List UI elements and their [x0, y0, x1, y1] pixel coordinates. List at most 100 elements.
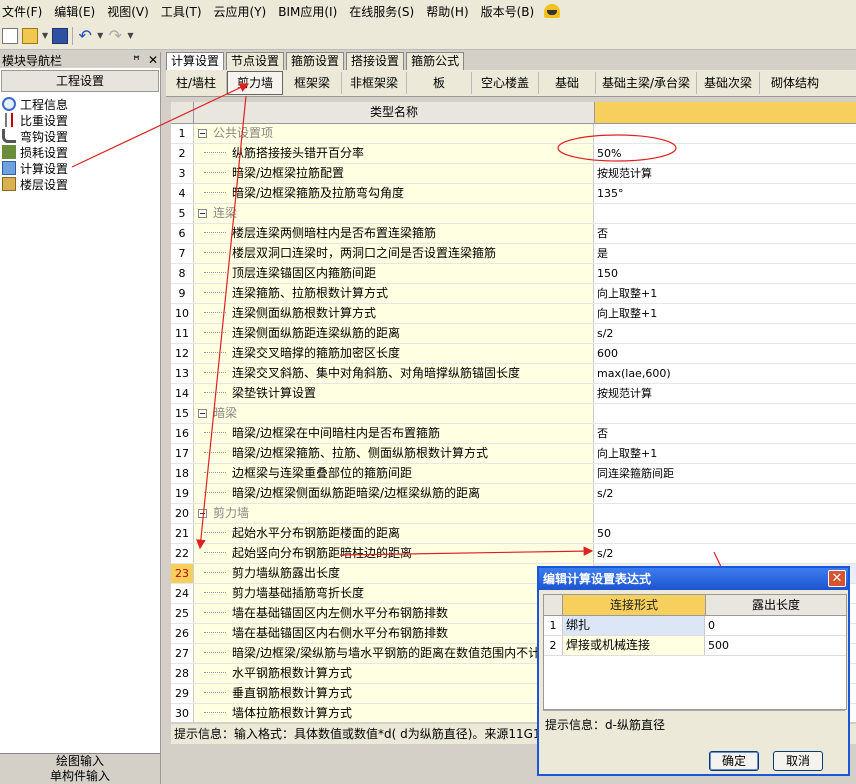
tab-hollow-floor[interactable]: 空心楼盖 [472, 72, 539, 94]
nav-item-weight[interactable]: 比重设置 [0, 112, 160, 128]
menu-view[interactable]: 视图(V) [101, 3, 155, 20]
table-row[interactable]: 22 起始竖向分布钢筋距暗柱边的距离 s/2 [171, 544, 856, 564]
open-folder-icon[interactable] [22, 27, 38, 44]
table-row[interactable]: 13 连梁交叉斜筋、集中对角斜筋、对角暗撑纵筋锚固长度 max(lae,600) [171, 364, 856, 384]
tab-calc-settings[interactable]: 计算设置 [166, 52, 225, 71]
setting-value-cell[interactable]: s/2 [594, 544, 856, 563]
setting-value-cell[interactable]: 150 [594, 264, 856, 283]
connection-type-cell[interactable]: 焊接或机械连接 [563, 636, 705, 655]
setting-value-cell[interactable] [594, 404, 856, 423]
table-row[interactable]: 1 公共设置项 [171, 124, 856, 144]
setting-value-cell[interactable]: 135° [594, 184, 856, 203]
nav-item-loss[interactable]: 损耗设置 [0, 144, 160, 160]
tab-lap-settings[interactable]: 搭接设置 [346, 52, 405, 70]
menu-tools[interactable]: 工具(T) [155, 3, 208, 20]
setting-value-cell[interactable]: 按规范计算 [594, 384, 856, 403]
tab-column[interactable]: 柱/墙柱 [166, 72, 227, 94]
ok-button[interactable]: 确定 [709, 751, 759, 771]
setting-value-cell[interactable]: 同连梁箍筋间距 [594, 464, 856, 483]
nav-item-calc-settings[interactable]: 计算设置 [0, 160, 160, 176]
menu-cloud[interactable]: 云应用(Y) [208, 3, 273, 20]
table-row[interactable]: 19 暗梁/边框梁侧面纵筋距暗梁/边框梁纵筋的距离 s/2 [171, 484, 856, 504]
setting-value-cell[interactable]: 向上取整+1 [594, 284, 856, 303]
table-row[interactable]: 20 剪力墙 [171, 504, 856, 524]
menu-edit[interactable]: 编辑(E) [48, 3, 101, 20]
table-row[interactable]: 3 暗梁/边框梁拉筋配置 按规范计算 [171, 164, 856, 184]
table-row[interactable]: 6 楼层连梁两侧暗柱内是否布置连梁箍筋 否 [171, 224, 856, 244]
nav-item-floor[interactable]: 楼层设置 [0, 176, 160, 192]
setting-value-cell[interactable]: max(lae,600) [594, 364, 856, 383]
group-row-label[interactable]: 连梁 [194, 204, 594, 223]
table-row[interactable]: 10 连梁侧面纵筋根数计算方式 向上取整+1 [171, 304, 856, 324]
tab-stirrup-settings[interactable]: 箍筋设置 [286, 52, 345, 70]
length-cell[interactable]: 500 [705, 636, 846, 655]
nav-item-project-info[interactable]: 工程信息 [0, 96, 160, 112]
connection-type-cell[interactable]: 绑扎 [563, 616, 705, 635]
table-row[interactable]: 17 暗梁/边框梁箍筋、拉筋、侧面纵筋根数计算方式 向上取整+1 [171, 444, 856, 464]
setting-value-cell[interactable]: 按规范计算 [594, 164, 856, 183]
table-row[interactable]: 18 边框梁与连梁重叠部位的箍筋间距 同连梁箍筋间距 [171, 464, 856, 484]
tab-stirrup-formula[interactable]: 箍筋公式 [406, 52, 465, 70]
setting-value-cell[interactable]: 向上取整+1 [594, 444, 856, 463]
setting-value-cell[interactable]: 否 [594, 224, 856, 243]
setting-value-cell[interactable]: 600 [594, 344, 856, 363]
length-cell[interactable]: 0 [705, 616, 846, 635]
setting-value-cell[interactable] [594, 204, 856, 223]
menu-file[interactable]: 文件(F) [0, 3, 48, 20]
table-row[interactable]: 2 焊接或机械连接 500 [544, 636, 846, 656]
table-row[interactable]: 1 绑扎 0 [544, 616, 846, 636]
tab-nonframe-beam[interactable]: 非框架梁 [342, 72, 407, 94]
group-row-label[interactable]: 暗梁 [194, 404, 594, 423]
collapse-icon[interactable] [198, 209, 207, 218]
table-row[interactable]: 4 暗梁/边框梁箍筋及拉筋弯勾角度 135° [171, 184, 856, 204]
close-icon[interactable]: ✕ [148, 53, 158, 67]
table-row[interactable]: 8 顶层连梁锚固区内箍筋间距 150 [171, 264, 856, 284]
tab-shear-wall[interactable]: 剪力墙 [227, 71, 283, 95]
table-row[interactable]: 15 暗梁 [171, 404, 856, 424]
menu-help[interactable]: 帮助(H) [420, 3, 474, 20]
collapse-icon[interactable] [198, 409, 207, 418]
helmet-icon[interactable] [544, 4, 561, 18]
pin-icon[interactable]: ꟸ [133, 53, 140, 67]
table-row[interactable]: 12 连梁交叉暗撑的箍筋加密区长度 600 [171, 344, 856, 364]
collapse-icon[interactable] [198, 509, 207, 518]
setting-value-cell[interactable]: 50% [594, 144, 856, 163]
tab-foundation-sub-beam[interactable]: 基础次梁 [697, 72, 760, 94]
setting-value-cell[interactable]: 是 [594, 244, 856, 263]
setting-value-cell[interactable]: 向上取整+1 [594, 304, 856, 323]
setting-value-cell[interactable] [594, 124, 856, 143]
save-icon[interactable] [52, 27, 69, 44]
chevron-down-icon[interactable]: ▼ [97, 31, 103, 40]
table-row[interactable]: 9 连梁箍筋、拉筋根数计算方式 向上取整+1 [171, 284, 856, 304]
section-project-settings[interactable]: 工程设置 [1, 70, 159, 92]
nav-drawing-input[interactable]: 绘图输入 [0, 754, 160, 769]
setting-value-cell[interactable]: s/2 [594, 324, 856, 343]
cancel-button[interactable]: 取消 [773, 751, 823, 771]
table-row[interactable]: 11 连梁侧面纵筋距连梁纵筋的距离 s/2 [171, 324, 856, 344]
close-icon[interactable]: ✕ [828, 570, 846, 587]
group-row-label[interactable]: 公共设置项 [194, 124, 594, 143]
menu-online[interactable]: 在线服务(S) [343, 3, 420, 20]
tab-masonry[interactable]: 砌体结构 [760, 72, 830, 94]
table-row[interactable]: 2 纵筋搭接接头错开百分率 50% [171, 144, 856, 164]
new-file-icon[interactable] [2, 27, 18, 44]
menu-version[interactable]: 版本号(B) [475, 3, 541, 20]
table-row[interactable]: 21 起始水平分布钢筋距楼面的距离 50 [171, 524, 856, 544]
nav-single-input[interactable]: 单构件输入 [0, 769, 160, 784]
nav-item-hook[interactable]: 弯钩设置 [0, 128, 160, 144]
table-row[interactable]: 16 暗梁/边框梁在中间暗柱内是否布置箍筋 否 [171, 424, 856, 444]
collapse-icon[interactable] [198, 129, 207, 138]
setting-value-cell[interactable] [594, 504, 856, 523]
table-row[interactable]: 14 梁垫铁计算设置 按规范计算 [171, 384, 856, 404]
tab-slab[interactable]: 板 [407, 72, 472, 94]
table-row[interactable]: 5 连梁 [171, 204, 856, 224]
setting-value-cell[interactable]: s/2 [594, 484, 856, 503]
tab-foundation[interactable]: 基础 [539, 72, 596, 94]
undo-icon[interactable]: ↶ [77, 27, 93, 44]
table-row[interactable]: 7 楼层双洞口连梁时，两洞口之间是否设置连梁箍筋 是 [171, 244, 856, 264]
setting-value-cell[interactable]: 50 [594, 524, 856, 543]
tab-node-settings[interactable]: 节点设置 [226, 52, 285, 70]
chevron-down-icon[interactable]: ▼ [42, 31, 48, 40]
menu-bim[interactable]: BIM应用(I) [272, 3, 343, 20]
tab-frame-beam[interactable]: 框架梁 [283, 72, 342, 94]
